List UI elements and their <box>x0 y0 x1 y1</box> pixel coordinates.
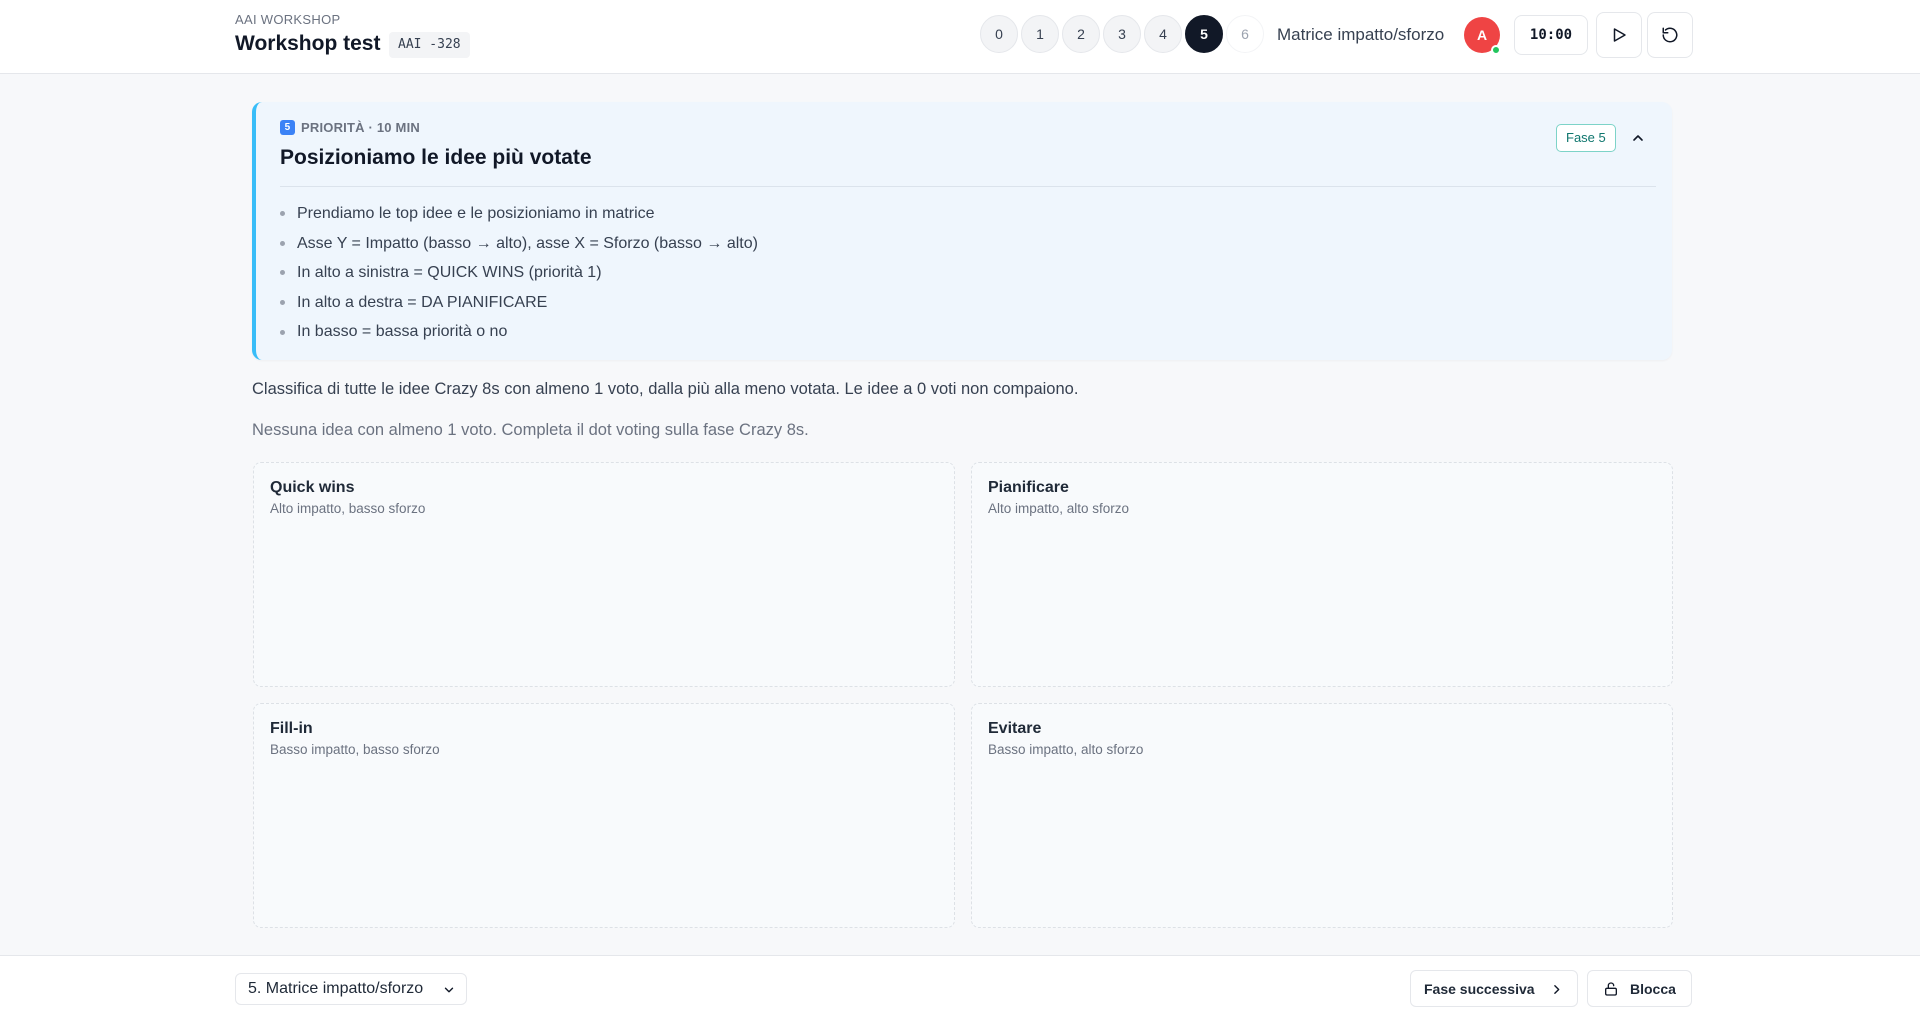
quadrant-title: Fill-in <box>270 720 313 737</box>
instruction-text: Asse Y = Impatto (basso → alto), asse X … <box>297 234 758 252</box>
play-icon <box>1613 28 1626 42</box>
workshop-code-badge: AAI -328 <box>389 32 470 58</box>
bullet-dot <box>280 211 285 217</box>
quadrant-title: Pianificare <box>988 479 1069 496</box>
instruction-text: In alto a sinistra = QUICK WINS (priorit… <box>297 264 602 282</box>
instruction-text: In alto a destra = DA PIANIFICARE <box>297 293 548 311</box>
phase-select[interactable]: 5. Matrice impatto/sforzo <box>235 973 467 1005</box>
quadrant-title: Evitare <box>988 720 1042 737</box>
step-1[interactable]: 1 <box>1021 15 1059 53</box>
lock-label: Blocca <box>1630 980 1676 997</box>
quadrant-subtitle: Basso impatto, basso sforzo <box>270 742 440 757</box>
quadrant-quick-wins[interactable]: Quick wins Alto impatto, basso sforzo <box>253 462 955 687</box>
step-5-active[interactable]: 5 <box>1185 15 1223 53</box>
step-2[interactable]: 2 <box>1062 15 1100 53</box>
phase-kicker-text: PRIORITÀ · 10 MIN <box>301 120 420 135</box>
instruction-text: Prendiamo le top idee e le posizioniamo … <box>297 205 655 222</box>
reset-button[interactable] <box>1647 12 1693 58</box>
reset-icon <box>1662 27 1678 43</box>
quadrant-plan[interactable]: Pianificare Alto impatto, alto sforzo <box>971 462 1673 687</box>
workshop-kicker: AAI WORKSHOP <box>235 12 341 27</box>
next-phase-label: Fase successiva <box>1424 980 1535 997</box>
current-phase-name: Matrice impatto/sforzo <box>1277 25 1445 44</box>
phase-kicker: 5 PRIORITÀ · 10 MIN <box>280 120 420 135</box>
bullet-dot <box>280 270 285 276</box>
phase-instructions-list: Prendiamo le top idee e le posizioniamo … <box>280 199 758 347</box>
bottom-bar: 5. Matrice impatto/sforzo Fase successiv… <box>0 955 1920 1018</box>
instruction-item: Prendiamo le top idee e le posizioniamo … <box>280 199 758 229</box>
play-button[interactable] <box>1596 12 1642 58</box>
phase-title: Posizioniamo le idee più votate <box>280 146 592 169</box>
card-divider <box>280 186 1656 187</box>
lock-icon <box>1605 982 1617 996</box>
instruction-item: In basso = bassa priorità o no <box>280 317 758 347</box>
quadrant-title: Quick wins <box>270 479 355 496</box>
empty-state-note: Nessuna idea con almeno 1 voto. Completa… <box>252 421 809 439</box>
top-bar: AAI WORKSHOP Workshop test AAI -328 0 1 … <box>0 0 1920 74</box>
instruction-item: In alto a destra = DA PIANIFICARE <box>280 288 758 318</box>
step-3[interactable]: 3 <box>1103 15 1141 53</box>
quadrant-subtitle: Basso impatto, alto sforzo <box>988 742 1144 757</box>
lock-button[interactable]: Blocca <box>1587 970 1692 1007</box>
chevron-up-icon <box>1633 135 1643 141</box>
workshop-title: Workshop test <box>235 32 381 55</box>
phase-badge: Fase 5 <box>1556 124 1616 152</box>
chevron-down-icon <box>444 987 454 993</box>
step-0[interactable]: 0 <box>980 15 1018 53</box>
bullet-dot <box>280 240 285 246</box>
instruction-item: In alto a sinistra = QUICK WINS (priorit… <box>280 258 758 288</box>
quadrant-avoid[interactable]: Evitare Basso impatto, alto sforzo <box>971 703 1673 928</box>
timer-display: 10:00 <box>1514 15 1588 55</box>
next-phase-button[interactable]: Fase successiva <box>1410 970 1578 1007</box>
number-five-icon: 5 <box>280 120 295 135</box>
instruction-item: Asse Y = Impatto (basso → alto), asse X … <box>280 229 758 259</box>
bullet-dot <box>280 300 285 306</box>
bullet-dot <box>280 329 285 335</box>
collapse-button[interactable] <box>1626 126 1650 150</box>
quadrant-subtitle: Alto impatto, alto sforzo <box>988 501 1130 516</box>
online-status-dot <box>1491 45 1501 55</box>
phase-stepper: 0 1 2 3 4 5 6 <box>980 15 1264 53</box>
chevron-right-icon <box>1554 985 1560 994</box>
step-6[interactable]: 6 <box>1226 15 1264 53</box>
instruction-text: In basso = bassa priorità o no <box>297 323 508 341</box>
quadrant-fill-in[interactable]: Fill-in Basso impatto, basso sforzo <box>253 703 955 928</box>
step-4[interactable]: 4 <box>1144 15 1182 53</box>
ranking-description: Classifica di tutte le idee Crazy 8s con… <box>252 380 1079 398</box>
phase-select-value: 5. Matrice impatto/sforzo <box>248 980 424 997</box>
quadrant-subtitle: Alto impatto, basso sforzo <box>270 501 426 516</box>
phase-info-card: 5 PRIORITÀ · 10 MIN Posizioniamo le idee… <box>252 102 1672 360</box>
